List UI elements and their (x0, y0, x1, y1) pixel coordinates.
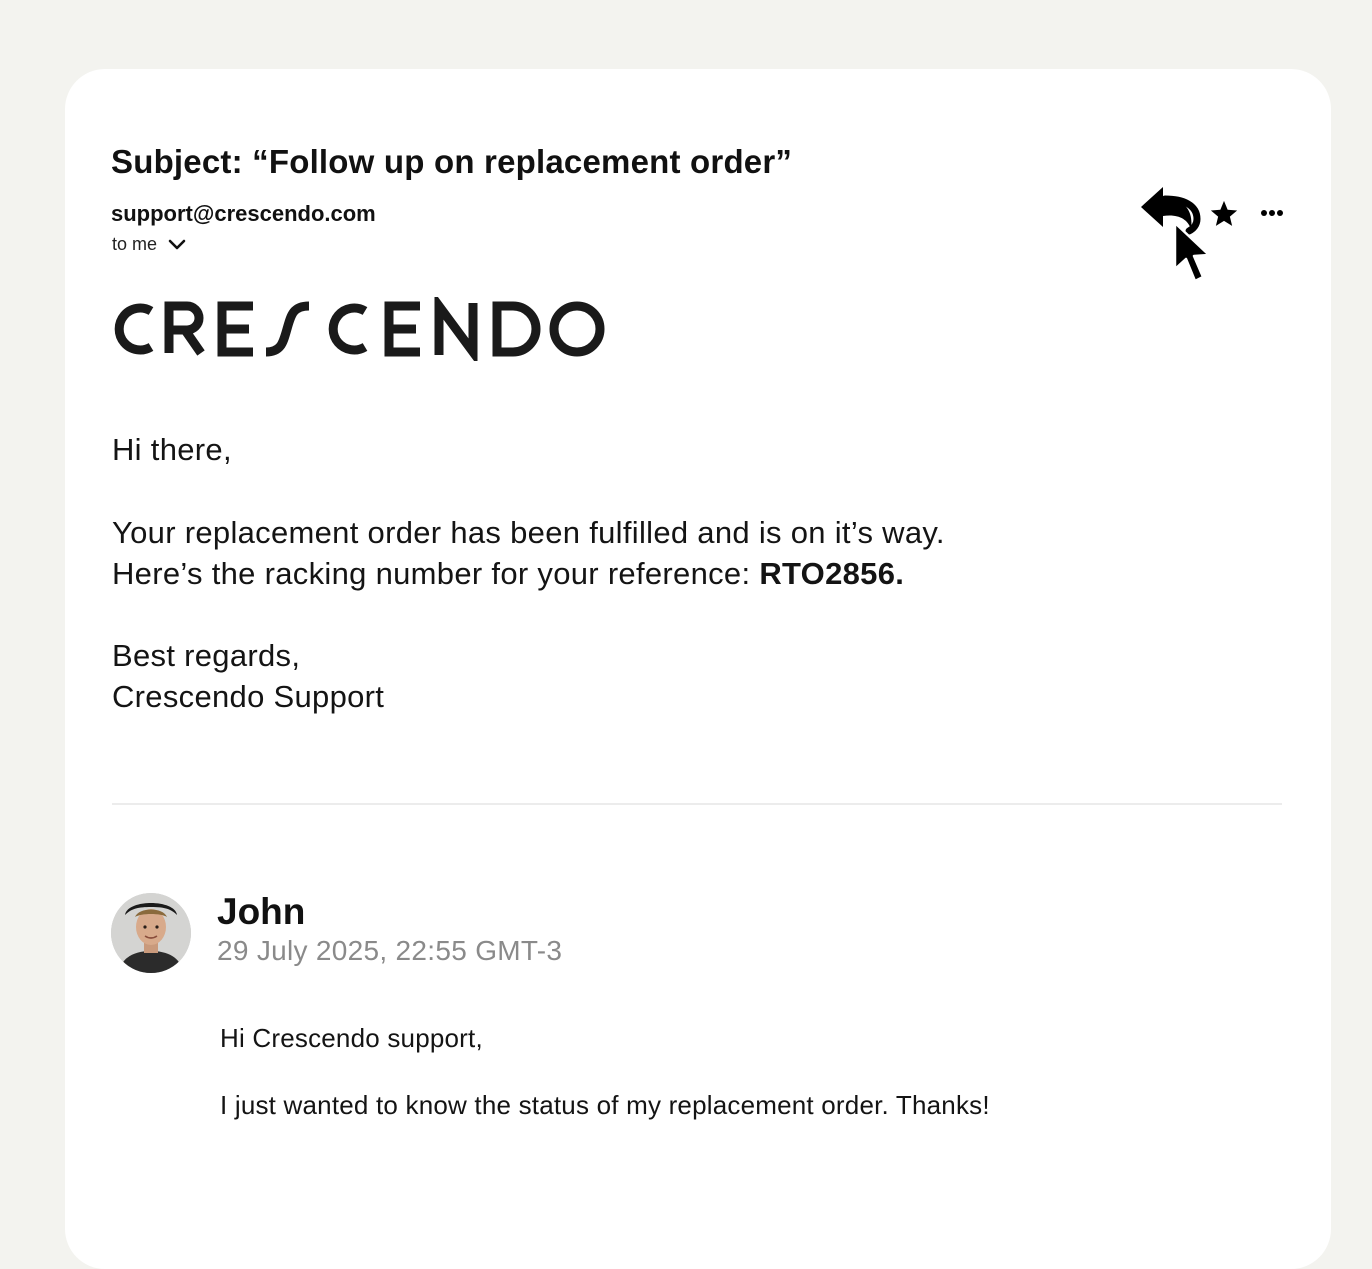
email-actions (1139, 185, 1299, 295)
tracking-intro: Here’s the racking number for your refer… (112, 556, 760, 591)
email-subject: Subject: “Follow up on replacement order… (111, 143, 793, 180)
email-body-line: Your replacement order has been fulfille… (112, 515, 945, 550)
crescendo-logo (109, 297, 609, 361)
star-icon (1209, 200, 1239, 233)
email-signoff: Best regards, (112, 638, 301, 673)
email-greeting: Hi there, (112, 432, 232, 467)
email-card: Subject: “Follow up on replacement order… (65, 69, 1331, 1269)
thread-divider (112, 803, 1282, 805)
reply-body-line: Hi Crescendo support, (220, 1023, 483, 1053)
reply-body-line: I just wanted to know the status of my r… (220, 1090, 990, 1120)
chevron-down-icon (167, 238, 187, 252)
recipient-details-toggle[interactable]: to me (112, 234, 187, 255)
tracking-number: RTO2856. (759, 556, 905, 591)
sender-address: support@crescendo.com (111, 201, 376, 226)
email-body-line: Here’s the racking number for your refer… (112, 553, 904, 595)
email-signature: Crescendo Support (112, 679, 385, 714)
avatar (111, 893, 191, 973)
star-button[interactable] (1209, 199, 1239, 229)
mouse-pointer-icon (1171, 221, 1211, 289)
reply-sender-name: John (217, 891, 306, 932)
recipient-label: to me (112, 234, 158, 254)
reply-timestamp: 29 July 2025, 22:55 GMT-3 (217, 935, 563, 966)
more-horizontal-icon (1259, 210, 1289, 227)
more-options-button[interactable] (1259, 203, 1289, 223)
